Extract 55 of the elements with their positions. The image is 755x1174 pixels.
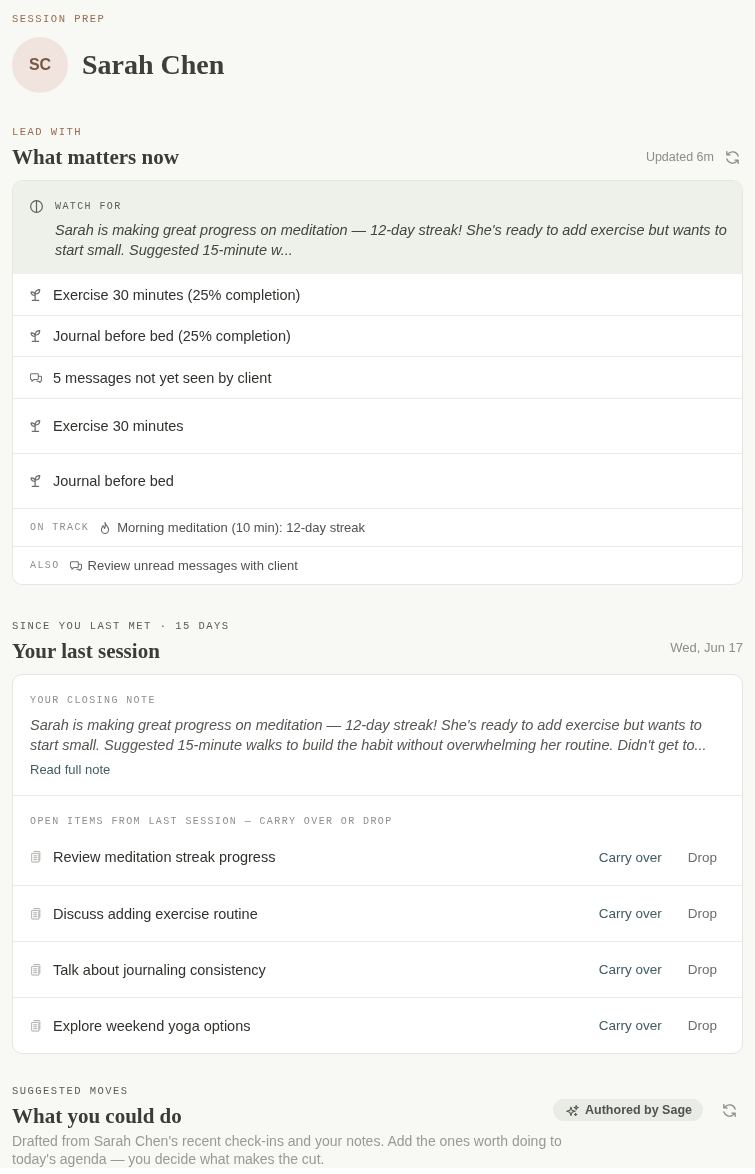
priority-item: Journal before bed (25% completion) (53, 328, 291, 344)
carry-over-button[interactable]: Carry over (598, 962, 662, 977)
document-icon (30, 963, 42, 976)
closing-note-text: Sarah is making great progress on meditation — 12-day streak! She's ready to add exercise but wants to start small. Suggested 15-minute walks to build the habit without overwhelming her routine. Didn't get to... (30, 716, 708, 755)
note-label: ON TRACK (30, 521, 90, 534)
open-item-text: Talk about journaling consistency (53, 961, 266, 978)
note-label: ALSO (30, 559, 60, 572)
section-eyebrow: LEAD WITH (12, 126, 82, 139)
section-eyebrow: SUGGESTED MOVES (12, 1085, 129, 1098)
carry-over-button[interactable]: Carry over (598, 849, 662, 865)
watch-for-label: WATCH FOR (55, 200, 122, 213)
refresh-icon[interactable] (726, 150, 739, 164)
chat-bubbles-icon (30, 371, 42, 384)
client-name: Sarah Chen (82, 48, 225, 82)
avatar-initials: SC (12, 37, 68, 93)
open-item-text: Discuss adding exercise routine (53, 905, 258, 922)
carry-over-button[interactable]: Carry over (598, 906, 662, 921)
drop-button[interactable]: Drop (687, 849, 717, 865)
section-eyebrow: SINCE YOU LAST MET · 15 DAYS (12, 620, 230, 633)
drop-button[interactable]: Drop (687, 906, 717, 921)
section-title: What matters now (12, 144, 179, 170)
sprout-icon (30, 330, 42, 342)
refresh-icon[interactable] (723, 1103, 736, 1117)
priority-item: Exercise 30 minutes (25% completion) (53, 286, 301, 303)
note-text: Review unread messages with client (87, 558, 298, 573)
drop-button[interactable]: Drop (687, 962, 717, 977)
drop-button[interactable]: Drop (687, 1018, 717, 1033)
section-title: Your last session (12, 638, 160, 664)
document-icon (30, 1019, 42, 1032)
watch-for-text: Sarah is making great progress on meditation — 12-day streak! She's ready to add exercise but wants to start small. Suggested 15-minute w... (55, 221, 728, 260)
document-icon (30, 907, 42, 920)
sprout-icon (30, 475, 42, 487)
flame-icon (99, 521, 112, 534)
priority-item: Exercise 30 minutes (53, 418, 184, 434)
chat-bubbles-icon (69, 559, 82, 572)
page-eyebrow: SESSION PREP (12, 13, 106, 26)
section-title: What you could do (12, 1103, 182, 1129)
description-text: Drafted from Sarah Chen's recent check-ins and your notes. Add the ones worth doing to today's agenda — you decide what makes the cut. (12, 1132, 563, 1168)
sprout-icon (30, 420, 42, 432)
open-items-label: OPEN ITEMS FROM LAST SESSION — CARRY OVER OR DROP (30, 815, 393, 828)
note-text: Morning meditation (10 min): 12-day streak (117, 520, 366, 535)
open-item-text: Review meditation streak progress (53, 849, 276, 865)
closing-note-label: YOUR CLOSING NOTE (30, 694, 156, 707)
priority-item: Journal before bed (53, 473, 174, 489)
priority-item: 5 messages not yet seen by client (53, 369, 272, 386)
sprout-icon (30, 288, 42, 301)
updated-time: Updated 6m (645, 150, 714, 164)
carry-over-button[interactable]: Carry over (598, 1018, 662, 1033)
session-date: Wed, Jun 17 (670, 639, 743, 655)
author-label: Authored by Sage (585, 1103, 692, 1117)
circle-divided-icon (30, 200, 43, 213)
read-note-link[interactable]: Read full note (30, 761, 111, 779)
sparkle-icon (566, 1104, 580, 1116)
document-icon (30, 851, 42, 863)
open-item-text: Explore weekend yoga options (53, 1017, 251, 1034)
